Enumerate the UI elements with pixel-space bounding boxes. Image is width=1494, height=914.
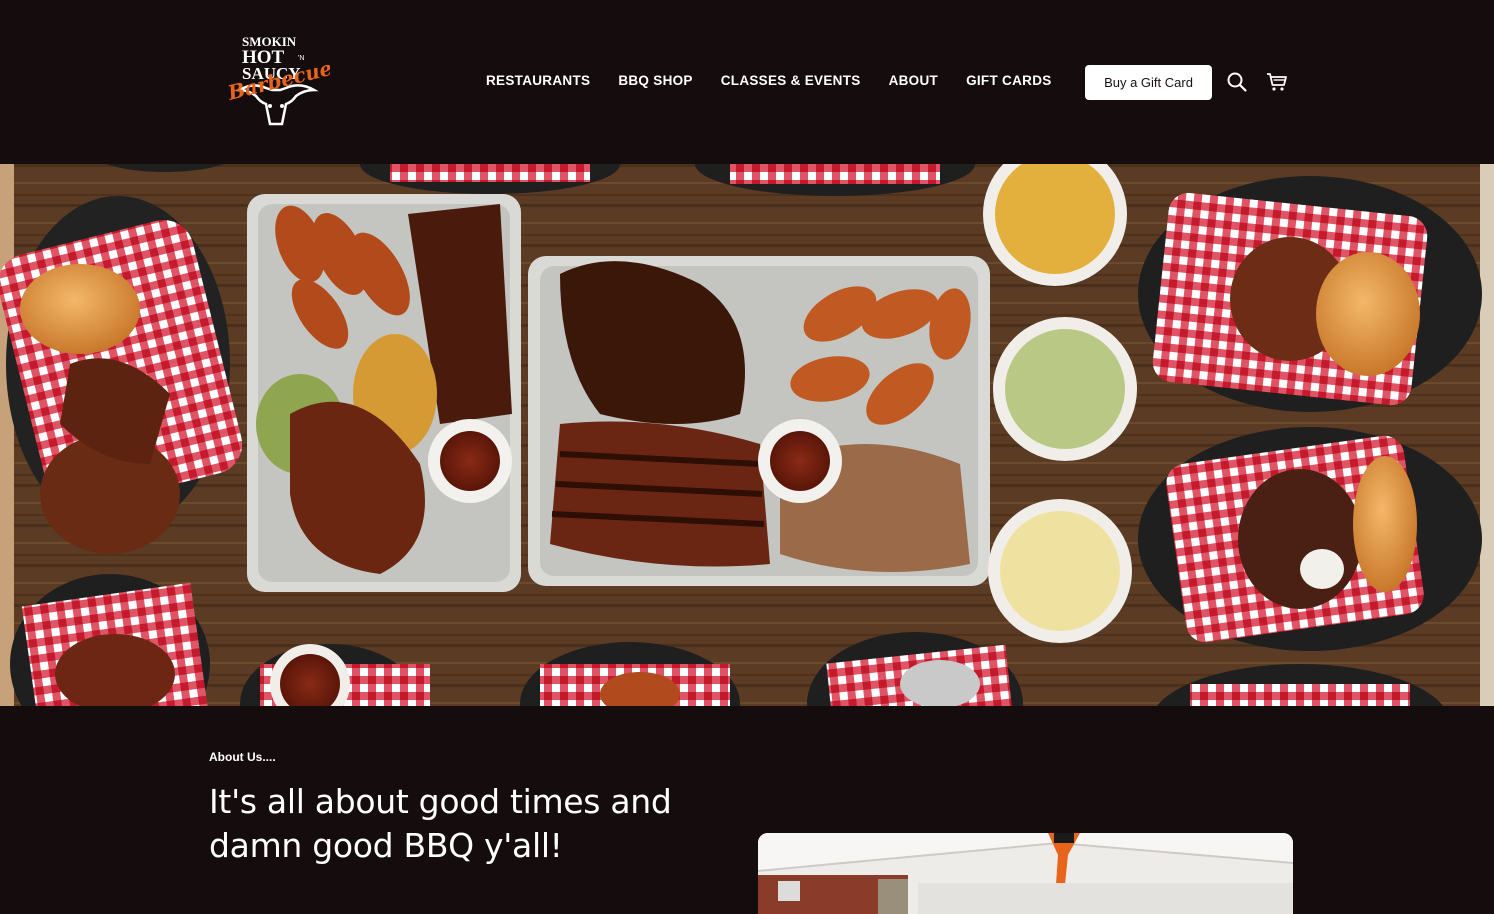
about-heading: It's all about good times and damn good …: [209, 782, 672, 865]
site-header: SMOKIN HOT 'N SAUCY Barbecue RESTAURANTS…: [0, 0, 1494, 164]
nav-about[interactable]: ABOUT: [889, 72, 939, 90]
about-kicker: About Us....: [209, 750, 276, 764]
logo[interactable]: SMOKIN HOT 'N SAUCY Barbecue: [222, 32, 335, 130]
hero-image: [0, 164, 1494, 706]
search-icon[interactable]: [1226, 71, 1248, 93]
nav-bbq-shop[interactable]: BBQ SHOP: [618, 72, 692, 90]
logo-mark: SMOKIN HOT 'N SAUCY Barbecue: [224, 34, 335, 126]
svg-text:'N: 'N: [298, 55, 304, 62]
main-nav: RESTAURANTS BBQ SHOP CLASSES & EVENTS AB…: [486, 72, 1080, 90]
nav-restaurants[interactable]: RESTAURANTS: [486, 72, 590, 90]
nav-classes-events[interactable]: CLASSES & EVENTS: [721, 72, 861, 90]
buy-gift-card-button[interactable]: Buy a Gift Card: [1085, 65, 1212, 100]
about-photo: [758, 833, 1293, 914]
nav-gift-cards[interactable]: GIFT CARDS: [966, 72, 1052, 90]
cart-icon[interactable]: [1266, 71, 1288, 93]
